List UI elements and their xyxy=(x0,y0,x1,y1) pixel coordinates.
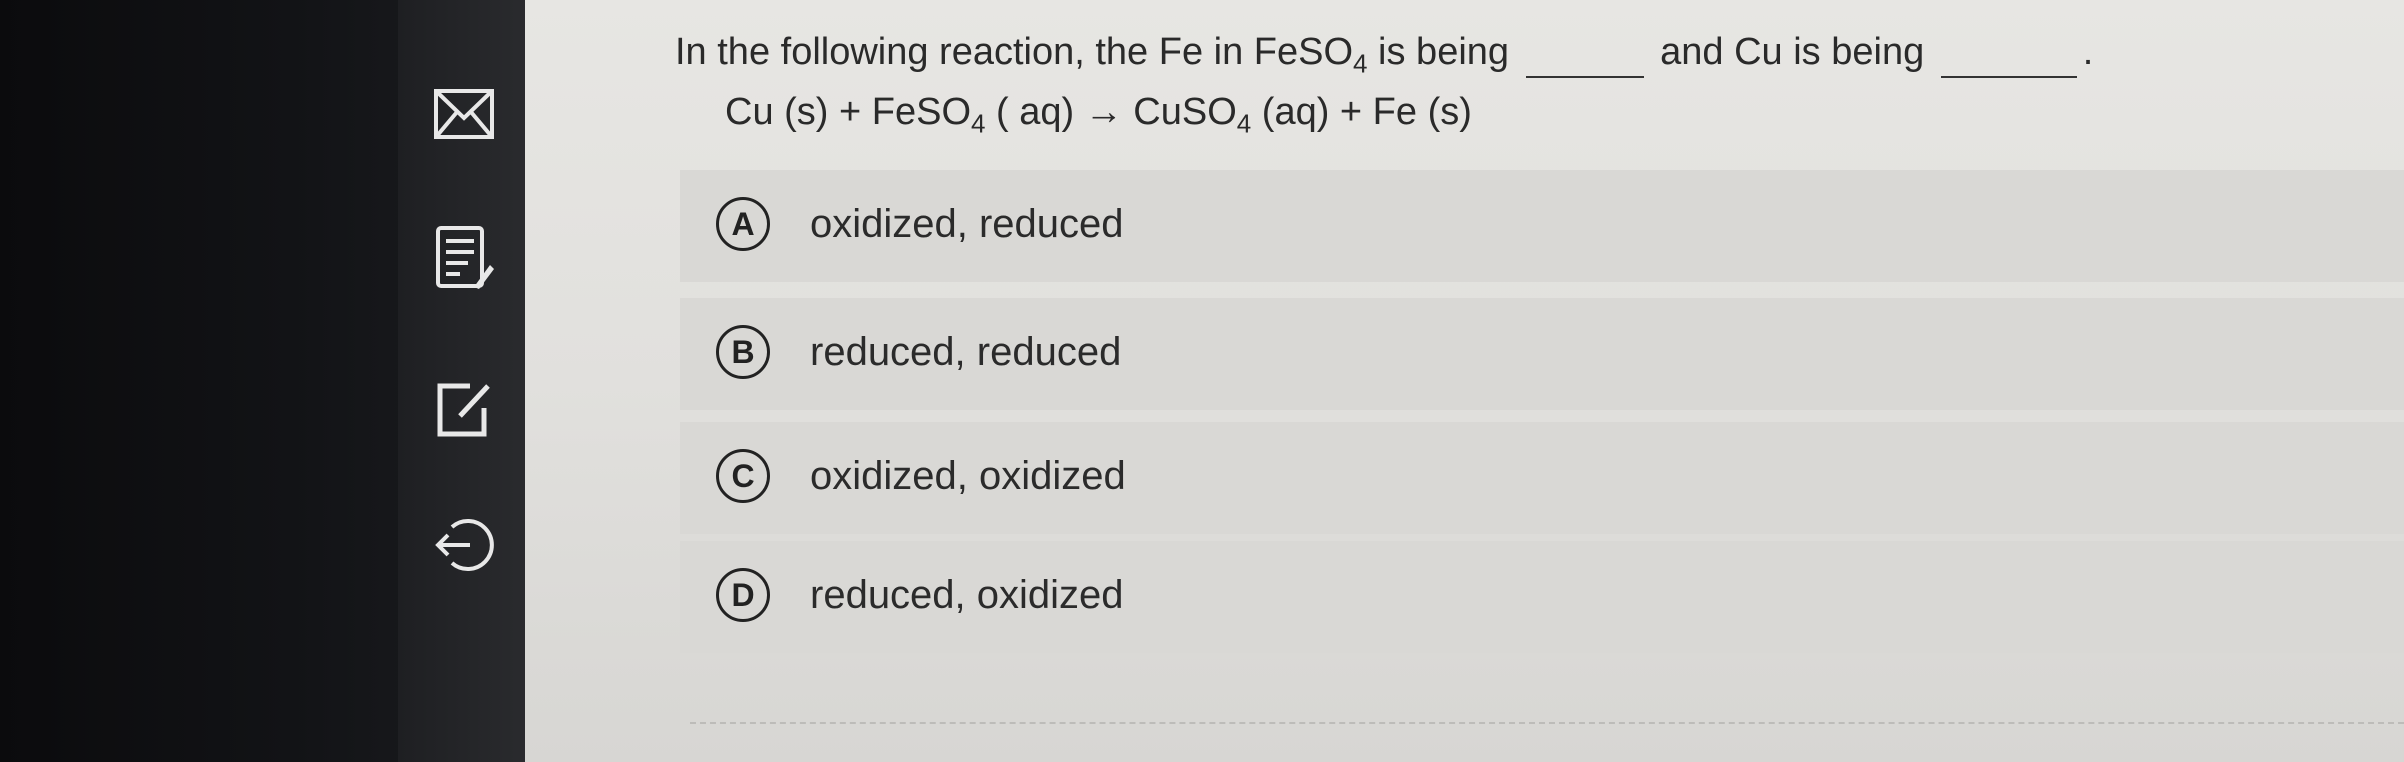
blank-1 xyxy=(1525,75,1644,78)
option-letter-badge: C xyxy=(716,449,770,503)
option-text: oxidized, oxidized xyxy=(810,454,1126,498)
option-letter-badge: A xyxy=(716,197,770,251)
question-part3: and Cu is being xyxy=(1649,31,1935,73)
divider-line xyxy=(690,722,2404,724)
blank-2 xyxy=(1940,75,2077,78)
mail-icon[interactable] xyxy=(432,82,496,146)
option-text: reduced, oxidized xyxy=(810,573,1124,617)
answer-option-b[interactable]: B reduced, reduced xyxy=(680,298,2404,410)
option-letter-badge: D xyxy=(716,568,770,622)
equation-subscript1: 4 xyxy=(971,108,986,139)
edit-icon[interactable] xyxy=(432,378,496,442)
equation-part1: Cu (s) + FeSO xyxy=(725,91,971,133)
option-text: oxidized, reduced xyxy=(810,202,1124,246)
option-text: reduced, reduced xyxy=(810,330,1122,374)
question-text: In the following reaction, the Fe in FeS… xyxy=(675,28,2155,88)
question-part1: In the following reaction, the Fe in FeS… xyxy=(675,31,1354,73)
option-letter-badge: B xyxy=(716,325,770,379)
equation-part2: ( aq) → CuSO xyxy=(985,91,1237,133)
question-part4: . xyxy=(2082,31,2094,73)
answer-option-d[interactable]: D reduced, oxidized xyxy=(680,541,2404,653)
equation-part3: (aq) + Fe (s) xyxy=(1251,91,1472,133)
answer-option-a[interactable]: A oxidized, reduced xyxy=(680,170,2404,282)
equation-subscript2: 4 xyxy=(1236,108,1252,139)
question-subscript: 4 xyxy=(1353,48,1368,79)
answer-option-c[interactable]: C oxidized, oxidized xyxy=(680,422,2404,534)
logout-icon[interactable] xyxy=(432,513,496,577)
reaction-equation: Cu (s) + FeSO4 ( aq) → CuSO4 (aq) + Fe (… xyxy=(725,88,1472,148)
notes-icon[interactable] xyxy=(432,226,496,290)
question-part2: is being xyxy=(1367,31,1520,73)
